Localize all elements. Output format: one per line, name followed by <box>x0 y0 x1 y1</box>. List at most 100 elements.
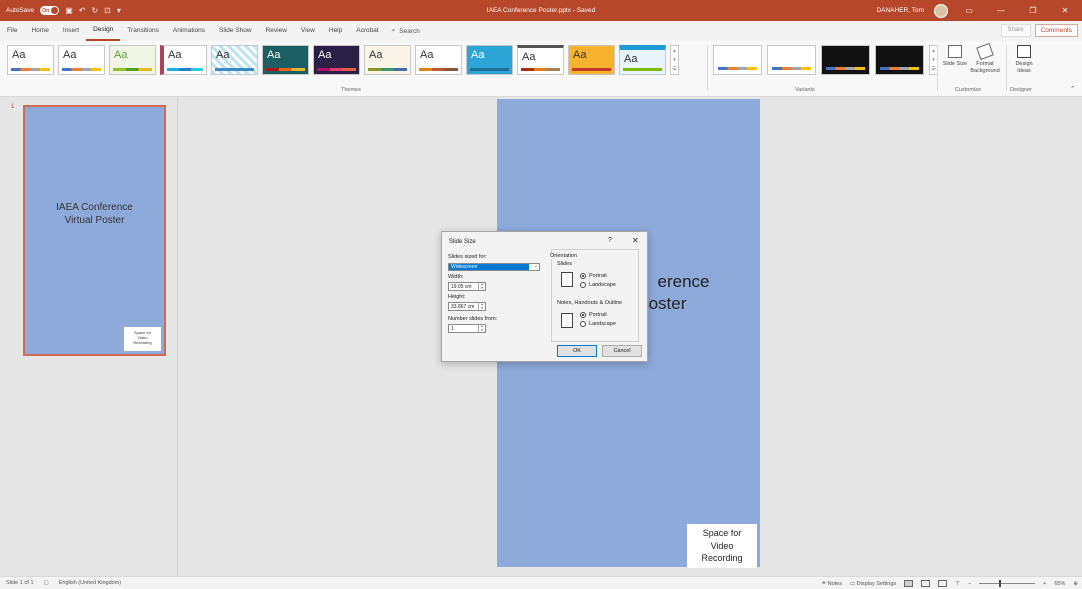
tab-transitions[interactable]: Transitions <box>120 21 166 41</box>
autosave-label: AutoSave <box>6 7 35 14</box>
zoom-in-icon[interactable]: + <box>1043 581 1046 587</box>
theme-office[interactable]: Aa <box>7 45 54 75</box>
themes-group-label: Themes <box>341 87 361 93</box>
restore-icon[interactable]: ❐ <box>1022 6 1044 15</box>
display-icon: ▭ <box>849 580 857 587</box>
more-themes-icon[interactable]: ☰ <box>672 66 676 72</box>
theme-ion-pattern[interactable]: Aa <box>211 45 258 75</box>
variant-2[interactable] <box>767 45 816 75</box>
zoom-out-icon[interactable]: − <box>968 581 971 587</box>
variant-1[interactable] <box>713 45 762 75</box>
zoom-level[interactable]: 65% <box>1054 581 1065 587</box>
comments-button[interactable]: Comments <box>1034 24 1078 37</box>
accessibility-icon[interactable]: ▢ <box>44 580 49 586</box>
fit-slide-icon[interactable]: ⊕ <box>1073 581 1078 587</box>
zoom-slider-knob[interactable] <box>999 580 1002 587</box>
reading-view-icon[interactable] <box>938 580 948 587</box>
spinner-icon[interactable]: ▴ ▾ <box>478 324 485 332</box>
design-ideas-icon <box>1017 45 1031 58</box>
autosave-toggle[interactable]: On <box>40 6 60 15</box>
format-background-label: Format Background <box>970 61 1000 74</box>
theme-ion[interactable]: Aa <box>262 45 309 75</box>
tab-review[interactable]: Review <box>259 21 294 41</box>
tab-help[interactable]: Help <box>322 21 349 41</box>
variant-4[interactable] <box>875 45 924 75</box>
themes-scroll[interactable]: ▴ ▾ ☰ <box>670 45 679 75</box>
themes-gallery: Aa Aa Aa Aa Aa Aa Aa Aa Aa Aa Aa Aa Aa ▴… <box>7 45 679 75</box>
scroll-down-icon[interactable]: ▾ <box>932 57 935 63</box>
normal-view-icon[interactable] <box>904 580 914 587</box>
tab-home[interactable]: Home <box>24 21 55 41</box>
collapse-ribbon-icon[interactable]: ⌃ <box>1070 85 1076 93</box>
theme-retrospect[interactable]: Aa <box>415 45 462 75</box>
variants-group-label: Variants <box>795 87 815 93</box>
notes-landscape-radio[interactable]: Landscape <box>580 321 616 327</box>
slide-size-button[interactable]: Slide Size <box>940 45 970 68</box>
tab-slide-show[interactable]: Slide Show <box>212 21 259 41</box>
slideshow-view-icon[interactable]: ⊤ <box>955 581 960 587</box>
zoom-slider[interactable] <box>979 580 1036 587</box>
scroll-up-icon[interactable]: ▴ <box>673 48 676 54</box>
spinner-icon[interactable]: ▴ ▾ <box>478 282 485 290</box>
avatar[interactable] <box>934 3 948 18</box>
display-settings-button[interactable]: ▭ Display Settings <box>850 581 896 587</box>
tab-animations[interactable]: Animations <box>166 21 212 41</box>
number-from-field[interactable]: 1 ▴ ▾ <box>448 324 486 333</box>
theme-ion-boardroom[interactable]: Aa <box>313 45 360 75</box>
ok-button[interactable]: OK <box>557 345 597 357</box>
scroll-up-icon[interactable]: ▴ <box>932 48 935 54</box>
format-background-icon <box>976 42 994 61</box>
customize-toolbar-icon[interactable]: ▾ <box>117 6 121 15</box>
close-window-icon[interactable]: ✕ <box>1054 6 1076 15</box>
theme-sample: Aa <box>369 49 383 61</box>
notes-portrait-radio[interactable]: Portrait <box>580 312 607 318</box>
undo-icon[interactable]: ↶ <box>79 6 86 15</box>
cancel-button[interactable]: Cancel <box>602 345 642 357</box>
slide-count: Slide 1 of 1 <box>6 580 34 586</box>
theme-slice[interactable]: Aa <box>466 45 513 75</box>
notes-button[interactable]: ≗ Notes <box>821 581 842 587</box>
redo-icon[interactable]: ↻ <box>91 6 98 15</box>
more-variants-icon[interactable]: ☰ <box>931 66 935 72</box>
tab-acrobat[interactable]: Acrobat <box>349 21 385 41</box>
close-icon[interactable]: ✕ <box>632 236 639 245</box>
format-background-button[interactable]: Format Background <box>968 42 1002 75</box>
video-box-line: Space for <box>702 528 742 538</box>
variant-3[interactable] <box>821 45 870 75</box>
height-field[interactable]: 33.867 cm ▴ ▾ <box>448 302 486 311</box>
height-value: 33.867 cm <box>451 304 475 310</box>
slide-sorter-icon[interactable] <box>921 580 931 587</box>
theme-wisp[interactable]: Aa <box>517 45 564 75</box>
tab-insert[interactable]: Insert <box>56 21 86 41</box>
ribbon-display-icon[interactable]: ▭ <box>958 6 980 15</box>
theme-savon[interactable]: Aa <box>568 45 615 75</box>
design-ideas-button[interactable]: Design Ideas <box>1009 45 1039 75</box>
slide-thumbnail[interactable]: IAEA Conference Virtual Poster Space for… <box>23 105 166 356</box>
language-indicator[interactable]: English (United Kingdom) <box>59 580 121 586</box>
present-icon[interactable]: ⊡ <box>104 6 111 15</box>
spinner-icon[interactable]: ▴ ▾ <box>478 302 485 310</box>
help-icon[interactable]: ? <box>608 237 612 244</box>
theme-integral[interactable]: Aa <box>160 45 207 75</box>
tab-design[interactable]: Design <box>86 21 121 41</box>
slides-landscape-radio[interactable]: Landscape <box>580 282 616 288</box>
theme-circuit[interactable]: Aa <box>619 45 666 75</box>
theme-organic[interactable]: Aa <box>364 45 411 75</box>
video-placeholder-box[interactable]: Space for Video Recording <box>687 524 757 568</box>
user-name[interactable]: DANAHER, Tom <box>876 7 924 14</box>
save-icon[interactable]: ▣ <box>65 6 73 15</box>
chevron-down-icon[interactable]: ⌄ <box>534 263 538 269</box>
slides-portrait-radio[interactable]: Portrait <box>580 273 607 279</box>
tab-file[interactable]: File <box>0 21 24 41</box>
theme-facet[interactable]: Aa <box>109 45 156 75</box>
theme-office-2[interactable]: Aa <box>58 45 105 75</box>
minimize-icon[interactable]: — <box>990 6 1012 15</box>
landscape-label: Landscape <box>589 282 616 288</box>
search-box[interactable]: ⌕ Search <box>392 27 420 35</box>
slides-sized-for-select[interactable]: Widescreen ⌄ <box>448 263 540 271</box>
tab-view[interactable]: View <box>294 21 322 41</box>
scroll-down-icon[interactable]: ▾ <box>673 57 676 63</box>
slide-thumbnail-pane: 1 IAEA Conference Virtual Poster Space f… <box>0 97 178 576</box>
width-field[interactable]: 19.05 cm ▴ ▾ <box>448 282 486 291</box>
share-button[interactable]: Share <box>1000 24 1031 37</box>
